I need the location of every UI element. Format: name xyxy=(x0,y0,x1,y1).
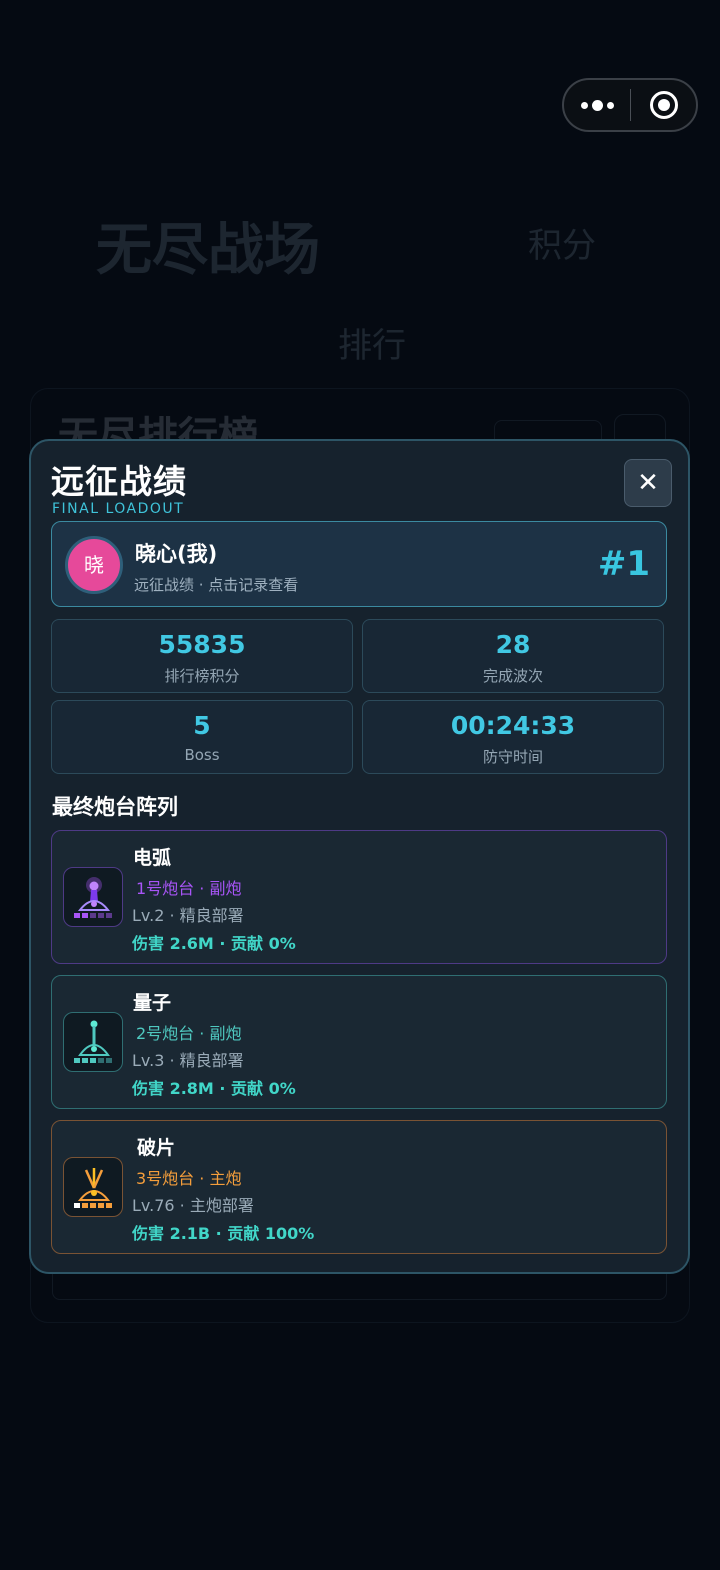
stat-waves: 28 完成波次 xyxy=(362,619,664,693)
turret-name: 破片 xyxy=(137,1137,176,1159)
avatar: 晓 xyxy=(65,536,123,594)
more-icon[interactable] xyxy=(564,80,630,130)
section-title: 最终炮台阵列 xyxy=(52,795,178,819)
stat-boss: 5 Boss xyxy=(51,700,353,774)
player-name: 晓心(我) xyxy=(135,542,218,566)
turret-damage: 伤害 2.8M · 贡献 0% xyxy=(132,1079,296,1098)
stat-label: 防守时间 xyxy=(482,748,543,766)
turret-card-shrapnel[interactable]: 破片 3号炮台 · 主炮 Lv.76 · 主炮部署 伤害 2.1B · 贡献 1… xyxy=(51,1120,667,1254)
expedition-record-modal: 远征战绩 FINAL LOADOUT ✕ 晓 晓心(我) 远征战绩 · 点击记录… xyxy=(29,439,690,1274)
shrapnel-turret-icon xyxy=(63,1157,123,1217)
turret-card-quantum[interactable]: 量子 2号炮台 · 副炮 Lv.3 · 精良部署 伤害 2.8M · 贡献 0% xyxy=(51,975,667,1109)
page: 无尽战场 积分 排行 无尽排行榜 远征战绩 FINAL LOADOUT ✕ 晓 … xyxy=(0,0,720,1570)
stat-label: 排行榜积分 xyxy=(164,667,240,685)
turret-slot: 1号炮台 · 副炮 xyxy=(136,879,242,898)
stat-value: 55835 xyxy=(158,630,246,659)
stat-value: 5 xyxy=(193,711,211,740)
turret-level: Lv.76 · 主炮部署 xyxy=(132,1196,254,1215)
modal-title: 远征战绩 xyxy=(51,462,187,501)
rank-badge: #1 xyxy=(597,544,650,584)
turret-slot: 2号炮台 · 副炮 xyxy=(136,1024,242,1043)
stat-value: 00:24:33 xyxy=(450,711,576,740)
miniprogram-capsule xyxy=(562,78,698,132)
stat-score: 55835 排行榜积分 xyxy=(51,619,353,693)
bg-score-label: 积分 xyxy=(528,226,596,266)
turret-name: 电弧 xyxy=(133,847,172,869)
turret-name: 量子 xyxy=(133,992,172,1014)
turret-damage: 伤害 2.1B · 贡献 100% xyxy=(132,1224,315,1243)
stat-defense-time: 00:24:33 防守时间 xyxy=(362,700,664,774)
stat-label: 完成波次 xyxy=(482,667,543,685)
quantum-turret-icon xyxy=(63,1012,123,1072)
bg-title: 无尽战场 xyxy=(96,218,320,283)
stat-label: Boss xyxy=(184,746,220,764)
turret-damage: 伤害 2.6M · 贡献 0% xyxy=(132,934,296,953)
turret-level: Lv.2 · 精良部署 xyxy=(132,906,244,925)
bg-rank-label: 排行 xyxy=(338,326,406,366)
turret-slot: 3号炮台 · 主炮 xyxy=(136,1169,242,1188)
close-button[interactable]: ✕ xyxy=(624,459,672,507)
arc-turret-icon xyxy=(63,867,123,927)
stat-value: 28 xyxy=(495,630,531,659)
player-card[interactable]: 晓 晓心(我) 远征战绩 · 点击记录查看 #1 xyxy=(51,521,667,607)
player-description: 远征战绩 · 点击记录查看 xyxy=(134,576,299,594)
turret-level: Lv.3 · 精良部署 xyxy=(132,1051,244,1070)
close-miniprogram-icon[interactable] xyxy=(631,80,696,130)
turret-card-arc[interactable]: 电弧 1号炮台 · 副炮 Lv.2 · 精良部署 伤害 2.6M · 贡献 0% xyxy=(51,830,667,964)
modal-subtitle: FINAL LOADOUT xyxy=(52,501,185,517)
